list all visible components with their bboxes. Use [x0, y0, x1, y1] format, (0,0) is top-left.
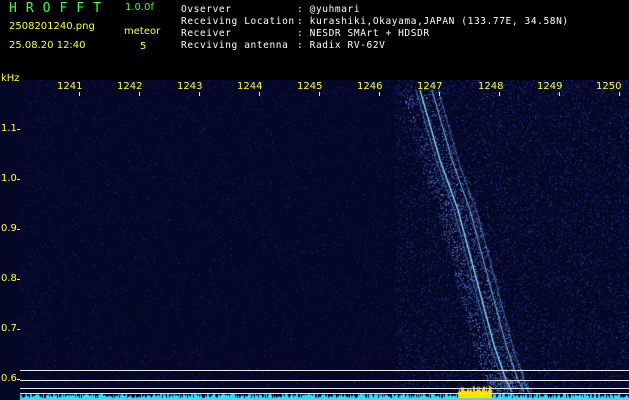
- mode-value: 5: [140, 41, 147, 52]
- info-value-receiver: : NESDR SMArt + HDSDR: [297, 28, 430, 39]
- info-label-antenna: Recviving antenna: [181, 40, 289, 51]
- freq-tick-1250: 1250: [596, 81, 622, 92]
- y-label-0.7: 0.7: [1, 323, 17, 334]
- y-label-1.1: 1.1: [1, 123, 17, 134]
- freq-tick-1242: 1242: [117, 81, 143, 92]
- y-label-0.6: 0.6: [1, 373, 17, 384]
- y-tickmark: [17, 279, 20, 280]
- info-value-location: : kurashiki,Okayama,JAPAN (133.77E, 34.5…: [297, 16, 569, 27]
- freq-tick-1245: 1245: [297, 81, 323, 92]
- info-label-observer: Ovserver: [181, 4, 232, 15]
- freq-tick-1246: 1246: [357, 81, 383, 92]
- y-label-1.0: 1.0: [1, 173, 17, 184]
- freq-mark: [259, 92, 260, 96]
- capture-datetime: 25.08.20 12:40: [9, 40, 86, 51]
- freq-tick-1241: 1241: [57, 81, 83, 92]
- y-tickmark: [17, 229, 20, 230]
- y-label-0.9: 0.9: [1, 223, 17, 234]
- reference-line: [20, 380, 629, 381]
- hrofft-window: HROFFT 1.0.0f 2508201240.png 25.08.20 12…: [0, 0, 629, 400]
- freq-mark: [619, 92, 620, 96]
- freq-tick-1244: 1244: [237, 81, 263, 92]
- app-version: 1.0.0f: [125, 2, 154, 13]
- y-axis-unit: kHz: [1, 73, 20, 84]
- freq-tick-1247: 1247: [417, 81, 443, 92]
- y-label-0.8: 0.8: [1, 273, 17, 284]
- info-value-observer: : @yuhmari: [297, 4, 361, 15]
- freq-mark: [319, 92, 320, 96]
- info-label-location: Receiving Location: [181, 16, 295, 27]
- reference-line: [20, 388, 629, 389]
- freq-mark: [79, 92, 80, 96]
- app-name: HROFFT: [9, 1, 110, 16]
- y-tickmark: [17, 179, 20, 180]
- file-name: 2508201240.png: [9, 21, 95, 32]
- freq-mark: [199, 92, 200, 96]
- freq-mark: [499, 92, 500, 96]
- reference-line: [20, 393, 629, 394]
- y-tickmark: [17, 329, 20, 330]
- freq-mark: [379, 92, 380, 96]
- spectrogram: [0, 80, 629, 400]
- info-value-antenna: : Radix RV-62V: [297, 40, 386, 51]
- y-tickmark: [17, 129, 20, 130]
- freq-mark: [559, 92, 560, 96]
- spectrogram-canvas: [0, 80, 629, 400]
- freq-mark: [439, 92, 440, 96]
- mode-label: meteor: [124, 26, 161, 37]
- info-label-receiver: Receiver: [181, 28, 232, 39]
- freq-tick-1249: 1249: [537, 81, 563, 92]
- reference-line: [20, 370, 629, 371]
- freq-tick-1243: 1243: [177, 81, 203, 92]
- freq-mark: [139, 92, 140, 96]
- freq-tick-1248: 1248: [478, 81, 504, 92]
